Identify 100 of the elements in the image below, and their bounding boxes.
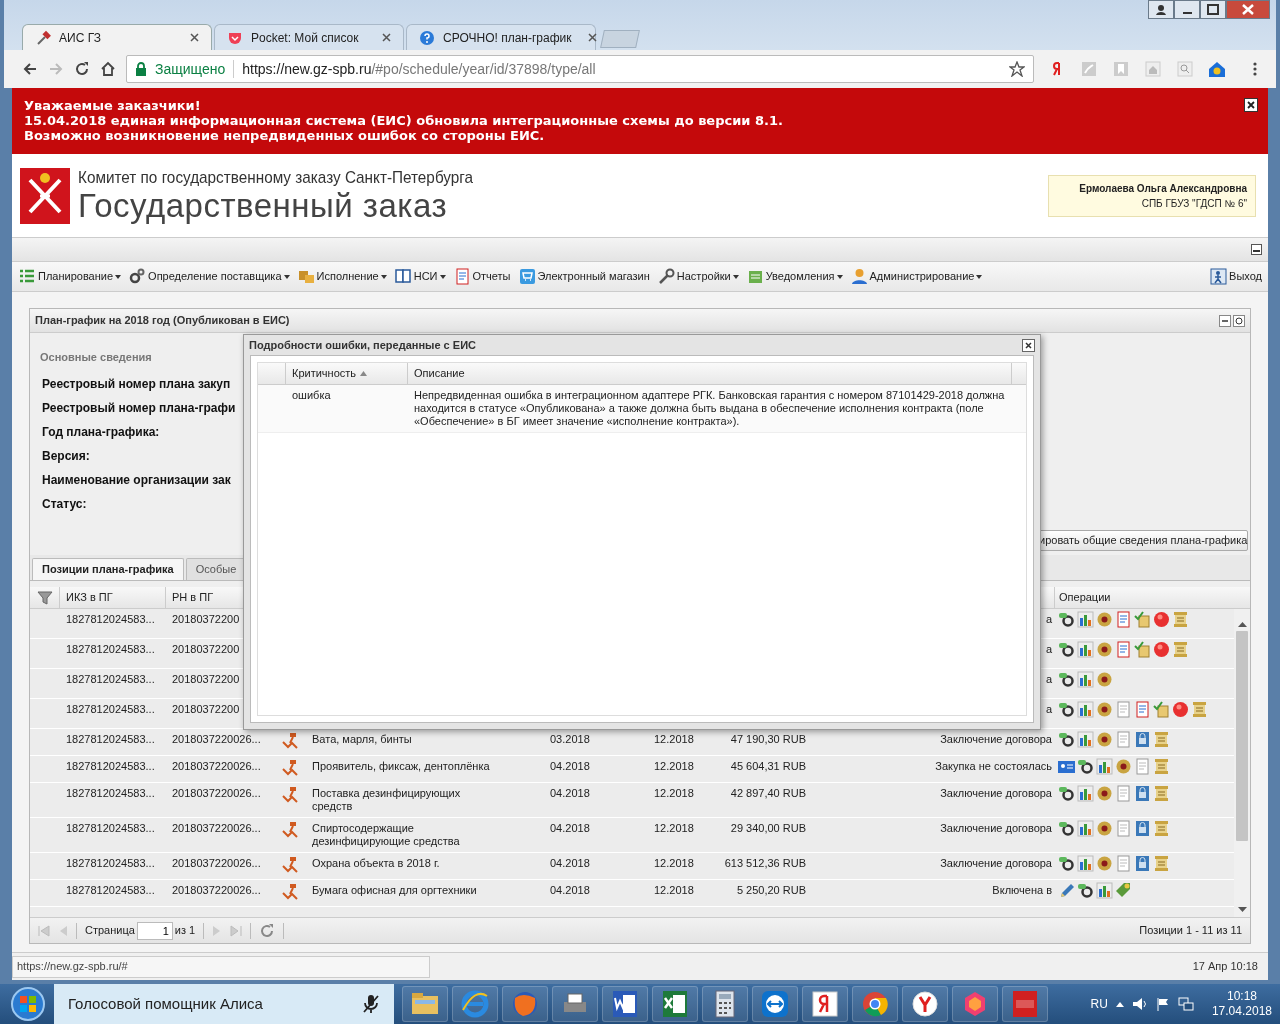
bar-chart-icon[interactable]: [1077, 855, 1094, 872]
emblem-icon[interactable]: [1096, 701, 1113, 718]
menu-item[interactable]: НСИ: [393, 265, 447, 288]
language-indicator[interactable]: RU: [1090, 995, 1108, 1013]
scroll-down-icon[interactable]: [1237, 907, 1247, 913]
checked-document-icon[interactable]: [1134, 641, 1151, 658]
address-bar[interactable]: Защищено https://new.gz-spb.ru/#po/schedule/year/id/37898/type/all: [126, 55, 1034, 83]
tag-icon[interactable]: [1115, 882, 1132, 899]
emblem-icon[interactable]: [1096, 785, 1113, 802]
muted-microphone-icon[interactable]: [362, 994, 380, 1014]
id-card-icon[interactable]: [1058, 758, 1075, 775]
scrollbar[interactable]: [1234, 609, 1250, 917]
locked-book-icon[interactable]: [1134, 731, 1151, 748]
close-icon[interactable]: [190, 33, 199, 42]
house-extension-icon[interactable]: [1208, 60, 1226, 78]
reload-icon[interactable]: [74, 61, 90, 77]
scroll-icon[interactable]: [1172, 611, 1189, 628]
locked-book-icon[interactable]: [1134, 855, 1151, 872]
emblem-icon[interactable]: [1115, 758, 1132, 775]
bar-chart-icon[interactable]: [1077, 611, 1094, 628]
scroll-icon[interactable]: [1153, 855, 1170, 872]
tab[interactable]: Позиции плана-графика: [32, 558, 184, 580]
column-header[interactable]: Операции: [1054, 587, 1234, 608]
bar-chart-icon[interactable]: [1077, 731, 1094, 748]
voice-assistant-field[interactable]: Голосовой помощник Алиса: [54, 984, 394, 1024]
emblem-icon[interactable]: [1096, 671, 1113, 688]
emblem-icon[interactable]: [1096, 820, 1113, 837]
scroll-icon[interactable]: [1153, 785, 1170, 802]
gear-icon[interactable]: [1077, 882, 1094, 899]
stop-icon[interactable]: [1172, 701, 1189, 718]
back-icon[interactable]: [22, 61, 38, 77]
scroll-icon[interactable]: [1153, 731, 1170, 748]
menu-item[interactable]: Планирование: [18, 265, 123, 288]
column-header[interactable]: Критичность: [286, 363, 408, 384]
bar-chart-icon[interactable]: [1077, 785, 1094, 802]
emblem-icon[interactable]: [1096, 731, 1113, 748]
scroll-icon[interactable]: [1153, 820, 1170, 837]
flag-icon[interactable]: [1155, 997, 1170, 1011]
bar-chart-icon[interactable]: [1077, 820, 1094, 837]
pencil-icon[interactable]: [1058, 882, 1075, 899]
checked-document-icon[interactable]: [1134, 611, 1151, 628]
tray-arrow-icon[interactable]: [1115, 1001, 1124, 1007]
close-icon[interactable]: [587, 33, 597, 42]
gear-icon[interactable]: [1058, 820, 1075, 837]
emblem-icon[interactable]: [1096, 611, 1113, 628]
ya-icon[interactable]: [809, 988, 841, 1020]
clock[interactable]: 10:18 17.04.2018: [1211, 989, 1272, 1019]
gear-icon[interactable]: [1077, 758, 1094, 775]
checked-document-icon[interactable]: [1153, 701, 1170, 718]
close-button[interactable]: [1022, 338, 1035, 352]
speaker-icon[interactable]: [1131, 997, 1148, 1011]
menu-item[interactable]: Администрирование: [849, 265, 984, 288]
locked-book-icon[interactable]: [1134, 785, 1151, 802]
menu-item[interactable]: Электронный магазин: [517, 265, 651, 288]
logout-link[interactable]: Выход: [1210, 268, 1262, 285]
home-icon[interactable]: [100, 61, 116, 77]
menu-icon[interactable]: [1252, 61, 1258, 77]
gear-icon[interactable]: [1058, 855, 1075, 872]
browser-tab[interactable]: АИС ГЗ: [22, 24, 212, 50]
collapse-icon[interactable]: [1251, 244, 1262, 255]
star-icon[interactable]: [1009, 61, 1025, 77]
gear-icon[interactable]: [1058, 641, 1075, 658]
close-icon[interactable]: [382, 33, 391, 42]
menu-item[interactable]: Отчеты: [452, 265, 512, 288]
column-header[interactable]: ИКЗ в ПГ: [60, 587, 166, 608]
gear-icon[interactable]: [1058, 671, 1075, 688]
gear-icon[interactable]: [1058, 785, 1075, 802]
gear-icon[interactable]: [1058, 611, 1075, 628]
page-input[interactable]: 1: [136, 921, 173, 940]
bar-chart-icon[interactable]: [1096, 758, 1113, 775]
filter-icon[interactable]: [36, 589, 53, 606]
column-header[interactable]: Описание: [408, 363, 1012, 384]
network-icon[interactable]: [1177, 997, 1194, 1011]
locked-book-icon[interactable]: [1134, 820, 1151, 837]
collapse-icon[interactable]: [1219, 314, 1231, 327]
refresh-icon[interactable]: [1233, 314, 1245, 327]
gear-icon[interactable]: [1058, 731, 1075, 748]
menu-item[interactable]: Уведомления: [745, 265, 844, 288]
gear-icon[interactable]: [1058, 701, 1075, 718]
bar-chart-icon[interactable]: [1096, 882, 1113, 899]
scrollbar-thumb[interactable]: [1236, 631, 1248, 841]
stop-icon[interactable]: [1153, 641, 1170, 658]
scroll-icon[interactable]: [1172, 641, 1189, 658]
scroll-icon[interactable]: [1191, 701, 1208, 718]
search-icon[interactable]: [1176, 60, 1194, 78]
scroll-icon[interactable]: [1153, 758, 1170, 775]
browser-e-icon[interactable]: [459, 988, 491, 1020]
bar-chart-icon[interactable]: [1077, 701, 1094, 718]
bar-chart-icon[interactable]: [1077, 671, 1094, 688]
document-icon[interactable]: [1134, 701, 1151, 718]
menu-item[interactable]: Исполнение: [296, 265, 388, 288]
menu-item[interactable]: Настройки: [656, 265, 740, 288]
browser-tab[interactable]: СРОЧНО! план-график: [406, 24, 596, 50]
scroll-up-icon[interactable]: [1237, 621, 1247, 627]
stop-icon[interactable]: [1153, 611, 1170, 628]
menu-item[interactable]: Определение поставщика: [128, 265, 291, 288]
y-logo-icon[interactable]: [909, 988, 941, 1020]
bar-chart-icon[interactable]: [1077, 641, 1094, 658]
close-button[interactable]: [1244, 98, 1258, 112]
emblem-icon[interactable]: [1096, 855, 1113, 872]
